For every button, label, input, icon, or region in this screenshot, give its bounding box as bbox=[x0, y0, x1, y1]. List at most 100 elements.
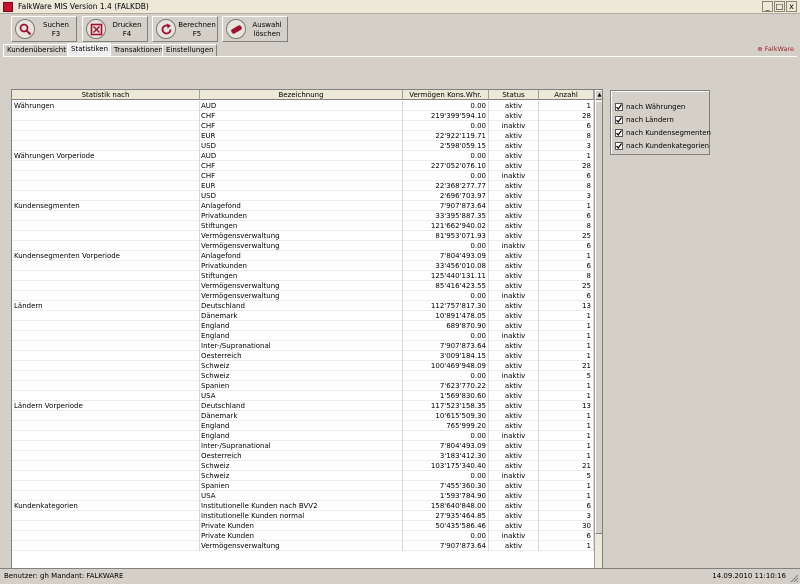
table-row[interactable]: Dänemark 10'891'478.05 aktiv 1 bbox=[12, 311, 594, 321]
table-cell bbox=[12, 411, 200, 421]
table-row[interactable]: Ländern Vorperiode Deutschland 117'523'158… bbox=[12, 401, 594, 411]
table-row[interactable]: Vermögensverwaltung 85'416'423.55 aktiv 25 bbox=[12, 281, 594, 291]
column-header-anzahl[interactable]: Anzahl bbox=[539, 90, 594, 100]
statistics-panel: Statistik nach Bezeichnung Vermögen Kons… bbox=[3, 56, 797, 584]
table-cell: 8 bbox=[539, 181, 594, 191]
column-header-statistik[interactable]: Statistik nach bbox=[12, 90, 200, 100]
table-cell: aktiv bbox=[489, 111, 539, 121]
table-row[interactable]: USA 1'593'784.90 aktiv 1 bbox=[12, 491, 594, 501]
table-row[interactable]: Kundensegmenten Anlagefond 7'907'873.64 akt… bbox=[12, 201, 594, 211]
table-row[interactable]: CHF 219'399'594.10 aktiv 28 bbox=[12, 111, 594, 121]
table-row[interactable]: Institutionelle Kunden normal 27'935'464.… bbox=[12, 511, 594, 521]
table-row[interactable]: Private Kunden 50'435'586.46 aktiv 30 bbox=[12, 521, 594, 531]
table-cell: Private Kunden bbox=[200, 531, 403, 541]
table-cell bbox=[12, 511, 200, 521]
column-header-bezeichnung[interactable]: Bezeichnung bbox=[200, 90, 403, 100]
table-cell: England bbox=[200, 321, 403, 331]
table-row[interactable]: USD 2'598'059.15 aktiv 3 bbox=[12, 141, 594, 151]
table-cell: 6 bbox=[539, 291, 594, 301]
checkbox-icon[interactable] bbox=[615, 142, 623, 150]
tab-einstellungen[interactable]: Einstellungen bbox=[162, 44, 218, 56]
table-row[interactable]: Inter-/Supranational 7'907'873.64 aktiv 1 bbox=[12, 341, 594, 351]
table-cell: aktiv bbox=[489, 481, 539, 491]
tab-kundenuebersicht[interactable]: Kundenübersicht bbox=[3, 44, 70, 56]
table-row[interactable]: USA 1'569'830.60 aktiv 1 bbox=[12, 391, 594, 401]
table-cell: 25 bbox=[539, 231, 594, 241]
table-cell: inaktiv bbox=[489, 371, 539, 381]
table-cell: aktiv bbox=[489, 231, 539, 241]
clear-selection-button[interactable]: Auswahl löschen bbox=[222, 16, 288, 42]
table-row[interactable]: Oesterreich 3'009'184.15 aktiv 1 bbox=[12, 351, 594, 361]
table-row[interactable]: Private Kunden 0.00 inaktiv 6 bbox=[12, 531, 594, 541]
table-row[interactable]: Währungen AUD 0.00 aktiv 1 bbox=[12, 101, 594, 111]
table-row[interactable]: Schweiz 100'469'948.09 aktiv 21 bbox=[12, 361, 594, 371]
table-row[interactable]: Vermögensverwaltung 7'907'873.64 aktiv 1 bbox=[12, 541, 594, 551]
checkbox-icon[interactable] bbox=[615, 103, 623, 111]
table-cell bbox=[12, 141, 200, 151]
table-row[interactable]: Vermögensverwaltung 0.00 inaktiv 6 bbox=[12, 241, 594, 251]
calculate-button[interactable]: Berechnen F5 bbox=[152, 16, 218, 42]
table-row[interactable]: Oesterreich 3'183'412.30 aktiv 1 bbox=[12, 451, 594, 461]
table-cell: inaktiv bbox=[489, 471, 539, 481]
close-button[interactable]: x bbox=[786, 1, 797, 12]
table-cell bbox=[12, 361, 200, 371]
table-row[interactable]: Privatkunden 33'456'010.08 aktiv 6 bbox=[12, 261, 594, 271]
table-row[interactable]: CHF 0.00 inaktiv 6 bbox=[12, 171, 594, 181]
table-row[interactable]: Stiftungen 125'440'131.11 aktiv 8 bbox=[12, 271, 594, 281]
table-row[interactable]: CHF 0.00 inaktiv 6 bbox=[12, 121, 594, 131]
search-button[interactable]: Suchen F3 bbox=[11, 16, 77, 42]
table-row[interactable]: Spanien 7'455'360.30 aktiv 1 bbox=[12, 481, 594, 491]
checkbox-icon[interactable] bbox=[615, 129, 623, 137]
tab-transaktionen[interactable]: Transaktionen bbox=[110, 44, 167, 56]
scroll-up-icon[interactable]: ▲ bbox=[595, 90, 602, 100]
table-row[interactable]: Kundenkategorien Institutionelle Kunden n… bbox=[12, 501, 594, 511]
table-row[interactable]: Spanien 7'623'770.22 aktiv 1 bbox=[12, 381, 594, 391]
table-cell: 0.00 bbox=[403, 241, 489, 251]
table-row[interactable]: Schweiz 0.00 inaktiv 5 bbox=[12, 471, 594, 481]
table-cell: 0.00 bbox=[403, 371, 489, 381]
table-row[interactable]: Vermögensverwaltung 0.00 inaktiv 6 bbox=[12, 291, 594, 301]
table-row[interactable]: Privatkunden 33'395'887.35 aktiv 6 bbox=[12, 211, 594, 221]
table-row[interactable]: Stiftungen 121'662'940.02 aktiv 8 bbox=[12, 221, 594, 231]
table-cell bbox=[12, 311, 200, 321]
table-cell: 1 bbox=[539, 251, 594, 261]
maximize-button[interactable]: □ bbox=[774, 1, 785, 12]
table-row[interactable]: Ländern Deutschland 112'757'817.30 aktiv 13 bbox=[12, 301, 594, 311]
table-cell bbox=[12, 181, 200, 191]
table-cell: aktiv bbox=[489, 451, 539, 461]
resize-grip-icon[interactable] bbox=[789, 573, 799, 583]
table-row[interactable]: Schweiz 0.00 inaktiv 5 bbox=[12, 371, 594, 381]
table-row[interactable]: Schweiz 103'175'340.40 aktiv 21 bbox=[12, 461, 594, 471]
table-cell: 1 bbox=[539, 321, 594, 331]
table-cell: 27'935'464.85 bbox=[403, 511, 489, 521]
table-cell: 8 bbox=[539, 221, 594, 231]
table-row[interactable]: Vermögensverwaltung 81'953'071.93 aktiv 25 bbox=[12, 231, 594, 241]
table-cell: 6 bbox=[539, 171, 594, 181]
table-row[interactable]: Dänemark 10'615'509.30 aktiv 1 bbox=[12, 411, 594, 421]
table-row[interactable]: Kundensegmenten Vorperiode Anlagefond 7'80… bbox=[12, 251, 594, 261]
table-row[interactable]: CHF 227'052'076.10 aktiv 28 bbox=[12, 161, 594, 171]
table-row[interactable]: EUR 22'368'277.77 aktiv 8 bbox=[12, 181, 594, 191]
table-row[interactable]: EUR 22'922'119.71 aktiv 8 bbox=[12, 131, 594, 141]
table-row[interactable]: England 765'999.20 aktiv 1 bbox=[12, 421, 594, 431]
checkbox-icon[interactable] bbox=[615, 116, 623, 124]
status-datetime: 14.09.2010 11:10:16 bbox=[712, 572, 786, 580]
table-row[interactable]: England 689'870.90 aktiv 1 bbox=[12, 321, 594, 331]
filter-panel: nach Währungen nach Ländern nach Kundens… bbox=[610, 90, 711, 155]
table-cell: aktiv bbox=[489, 461, 539, 471]
table-row[interactable]: England 0.00 inaktiv 1 bbox=[12, 431, 594, 441]
scroll-thumb[interactable] bbox=[595, 101, 602, 534]
column-header-vermoegen[interactable]: Vermögen Kons.Whr. bbox=[403, 90, 489, 100]
table-cell: Schweiz bbox=[200, 471, 403, 481]
minimize-button[interactable]: _ bbox=[762, 1, 773, 12]
table-row[interactable]: England 0.00 inaktiv 1 bbox=[12, 331, 594, 341]
table-cell: 13 bbox=[539, 301, 594, 311]
vertical-scrollbar[interactable]: ▲ ▼ bbox=[594, 90, 602, 584]
table-cell bbox=[12, 111, 200, 121]
print-button[interactable]: Drucken F4 bbox=[82, 16, 148, 42]
column-header-status[interactable]: Status bbox=[489, 90, 539, 100]
table-row[interactable]: Inter-/Supranational 7'804'493.09 aktiv 1 bbox=[12, 441, 594, 451]
table-row[interactable]: USD 2'696'703.97 aktiv 3 bbox=[12, 191, 594, 201]
table-row[interactable]: Währungen Vorperiode AUD 0.00 aktiv 1 bbox=[12, 151, 594, 161]
tab-statistiken[interactable]: Statistiken bbox=[67, 43, 113, 56]
